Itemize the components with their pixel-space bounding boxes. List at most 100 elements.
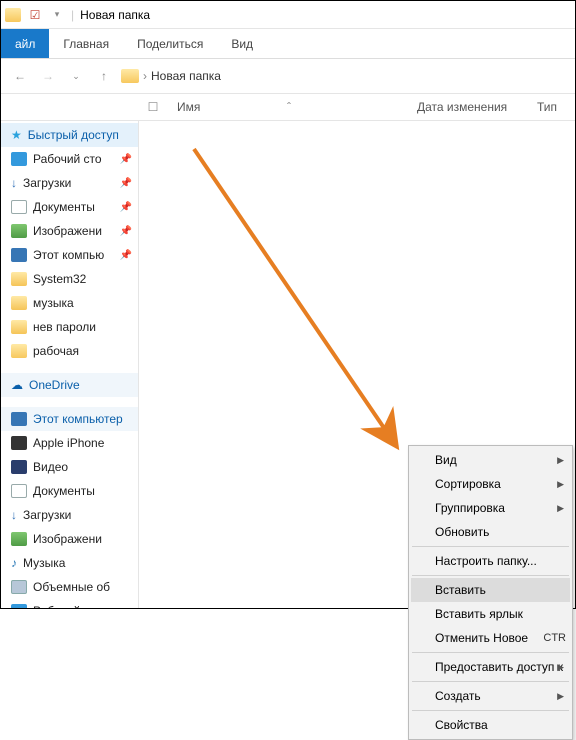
pc-icon	[11, 412, 27, 426]
pc-icon	[11, 248, 27, 262]
sidebar-item[interactable]: Рабочий сто	[1, 599, 138, 608]
down-icon	[11, 508, 17, 522]
folder-icon	[5, 7, 21, 23]
sidebar-item-label: Этот компью	[33, 248, 104, 262]
sidebar-item-label: Документы	[33, 200, 95, 214]
sidebar-item[interactable]: Изображени	[1, 527, 138, 551]
pin-icon: 📌	[120, 154, 132, 165]
cm-new[interactable]: Создать▶	[411, 684, 570, 708]
tab-view[interactable]: Вид	[217, 29, 267, 58]
sidebar-item-label: Рабочий сто	[33, 152, 102, 166]
chevron-down-icon[interactable]: ▾	[49, 7, 65, 23]
separator	[412, 575, 569, 576]
sidebar-item[interactable]: Загрузки📌	[1, 171, 138, 195]
nav-bar: ← → ⌄ ↑ › Новая папка	[1, 59, 575, 93]
sidebar-item[interactable]: рабочая	[1, 339, 138, 363]
sidebar-item[interactable]: Объемные об	[1, 575, 138, 599]
sidebar-item[interactable]: музыка	[1, 291, 138, 315]
quick-access-toolbar-icon[interactable]: ☑	[27, 7, 43, 23]
column-name[interactable]: Имя ˆ	[167, 100, 407, 114]
sidebar-item-label: Загрузки	[23, 508, 71, 522]
columns-header: ☐ Имя ˆ Дата изменения Тип	[1, 93, 575, 121]
sidebar-item[interactable]: Музыка	[1, 551, 138, 575]
sidebar-item-label: Музыка	[23, 556, 65, 570]
cm-sort[interactable]: Сортировка▶	[411, 472, 570, 496]
sidebar-item[interactable]: Изображени 📌	[1, 219, 138, 243]
breadcrumb[interactable]: › Новая папка	[121, 69, 221, 83]
sidebar-item-label: Видео	[33, 460, 68, 474]
img-icon	[11, 532, 27, 546]
cm-refresh[interactable]: Обновить	[411, 520, 570, 544]
breadcrumb-folder[interactable]: Новая папка	[151, 69, 221, 83]
cm-paste-shortcut[interactable]: Вставить ярлык	[411, 602, 570, 626]
sidebar-item-label: нев пароли	[33, 320, 96, 334]
sidebar-item-label: System32	[33, 272, 86, 286]
sidebar-item[interactable]: Этот компью 📌	[1, 243, 138, 267]
cm-undo[interactable]: Отменить НовоеCTR	[411, 626, 570, 650]
separator	[412, 681, 569, 682]
sidebar-item[interactable]: System32	[1, 267, 138, 291]
folder-icon	[11, 320, 27, 334]
sidebar-item[interactable]: нев пароли	[1, 315, 138, 339]
sidebar-item[interactable]: Рабочий сто 📌	[1, 147, 138, 171]
column-type[interactable]: Тип	[527, 100, 575, 114]
submenu-arrow-icon: ▶	[557, 691, 564, 702]
tab-home[interactable]: Главная	[49, 29, 123, 58]
video-icon	[11, 460, 27, 474]
chevron-down-icon[interactable]: ⌄	[65, 65, 87, 87]
sidebar-item-label: Изображени	[33, 224, 102, 238]
down-icon	[11, 176, 17, 190]
sidebar-item[interactable]: Документы	[1, 479, 138, 503]
cm-group[interactable]: Группировка▶	[411, 496, 570, 520]
star-icon	[11, 128, 22, 142]
music-icon	[11, 556, 17, 570]
sidebar-item-label: Объемные об	[33, 580, 110, 594]
sidebar-item[interactable]: Документы📌	[1, 195, 138, 219]
drive-icon	[11, 580, 27, 594]
sidebar-item[interactable]: Apple iPhone	[1, 431, 138, 455]
folder-o-icon	[11, 344, 27, 358]
sidebar-item[interactable]: Загрузки	[1, 503, 138, 527]
up-button[interactable]: ↑	[93, 65, 115, 87]
back-button[interactable]: ←	[9, 65, 31, 87]
sidebar-onedrive[interactable]: OneDrive	[1, 373, 138, 397]
breadcrumb-sep: ›	[143, 69, 147, 83]
checkbox-column[interactable]: ☐	[139, 100, 167, 114]
tab-share[interactable]: Поделиться	[123, 29, 217, 58]
sort-indicator-icon: ˆ	[287, 100, 291, 114]
folder-icon	[11, 296, 27, 310]
titlebar: ☑ ▾ | Новая папка	[1, 1, 575, 29]
sidebar-this-pc[interactable]: Этот компьютер	[1, 407, 138, 431]
cm-customize[interactable]: Настроить папку...	[411, 549, 570, 573]
cm-properties[interactable]: Свойства	[411, 713, 570, 737]
column-date[interactable]: Дата изменения	[407, 100, 527, 114]
doc-icon	[11, 200, 27, 214]
pin-icon: 📌	[120, 250, 132, 261]
sidebar-item-label: Изображени	[33, 532, 102, 546]
shortcut-label: CTR	[543, 632, 566, 644]
window-title: Новая папка	[74, 8, 150, 22]
file-list-area[interactable]: Вид▶ Сортировка▶ Группировка▶ Обновить Н…	[139, 121, 575, 608]
submenu-arrow-icon: ▶	[557, 455, 564, 466]
sidebar-item-label: музыка	[33, 296, 74, 310]
sidebar-item-label: Документы	[33, 484, 95, 498]
sidebar-item[interactable]: Видео	[1, 455, 138, 479]
sidebar-quick-access[interactable]: Быстрый доступ	[1, 123, 138, 147]
context-menu: Вид▶ Сортировка▶ Группировка▶ Обновить Н…	[408, 445, 573, 740]
tab-file[interactable]: айл	[1, 29, 49, 58]
cm-paste[interactable]: Вставить	[411, 578, 570, 602]
folder-icon	[11, 272, 27, 286]
sidebar-item-label: Загрузки	[23, 176, 71, 190]
sidebar-item-label: Apple iPhone	[33, 436, 104, 450]
sidebar-item-label: Рабочий сто	[33, 604, 102, 608]
folder-icon	[121, 69, 139, 83]
ribbon-tabs: айл Главная Поделиться Вид	[1, 29, 575, 59]
cm-share[interactable]: Предоставить доступ к▶	[411, 655, 570, 679]
separator	[412, 546, 569, 547]
separator	[412, 710, 569, 711]
pin-icon: 📌	[120, 226, 132, 237]
sidebar-item-label: рабочая	[33, 344, 79, 358]
cm-view[interactable]: Вид▶	[411, 448, 570, 472]
submenu-arrow-icon: ▶	[557, 503, 564, 514]
doc-icon	[11, 484, 27, 498]
